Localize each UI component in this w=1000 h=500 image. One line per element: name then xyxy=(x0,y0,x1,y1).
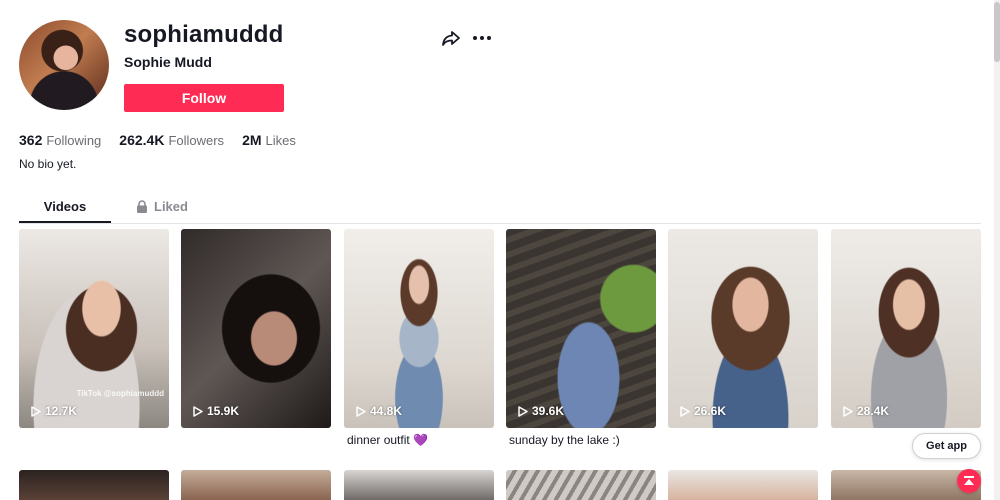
video-view-count: 44.8K xyxy=(370,404,403,418)
tiktok-watermark: TikTok @sophiamuddd xyxy=(76,389,164,398)
followers-stat[interactable]: 262.4K Followers xyxy=(119,132,224,148)
following-count: 362 xyxy=(19,132,43,148)
video-view-count: 12.7K xyxy=(45,404,78,418)
video-view-count: 28.4K xyxy=(857,404,890,418)
video-caption: dinner outfit 💜 xyxy=(347,433,428,447)
get-app-button[interactable]: Get app xyxy=(912,433,981,459)
follow-button[interactable]: Follow xyxy=(124,84,284,112)
lock-icon xyxy=(137,200,147,213)
video-card[interactable] xyxy=(19,470,169,500)
share-icon[interactable] xyxy=(441,28,461,48)
scroll-to-top-button[interactable] xyxy=(957,469,981,493)
video-views: 39.6K xyxy=(518,404,564,418)
video-card[interactable]: 44.8K xyxy=(344,229,494,428)
more-icon[interactable] xyxy=(472,28,492,48)
video-card[interactable]: 15.9K xyxy=(181,229,331,428)
profile-bio: No bio yet. xyxy=(19,157,77,171)
likes-stat: 2M Likes xyxy=(242,132,296,148)
following-label: Following xyxy=(46,133,102,148)
play-icon xyxy=(843,405,853,417)
tab-liked-label: Liked xyxy=(154,199,188,214)
profile-tabs: Videos Liked xyxy=(19,196,981,224)
following-stat[interactable]: 362 Following xyxy=(19,132,101,148)
video-view-count: 26.6K xyxy=(694,404,727,418)
video-card[interactable] xyxy=(181,470,331,500)
video-card[interactable] xyxy=(668,470,818,500)
profile-username: sophiamuddd xyxy=(124,21,284,48)
followers-label: Followers xyxy=(168,133,225,148)
play-icon xyxy=(193,405,203,417)
video-views: 44.8K xyxy=(356,404,402,418)
likes-label: Likes xyxy=(265,133,296,148)
video-views: 12.7K xyxy=(31,404,77,418)
page-scrollbar[interactable] xyxy=(994,0,1000,500)
video-card[interactable]: 26.6K xyxy=(668,229,818,428)
play-icon xyxy=(356,405,366,417)
video-caption: sunday by the lake :) xyxy=(509,433,620,447)
profile-avatar[interactable] xyxy=(19,20,109,110)
play-icon xyxy=(31,405,41,417)
video-card[interactable]: TikTok @sophiamuddd 12.7K xyxy=(19,229,169,428)
video-views: 15.9K xyxy=(193,404,239,418)
tab-liked[interactable]: Liked xyxy=(136,196,188,221)
likes-count: 2M xyxy=(242,132,262,148)
tab-videos[interactable]: Videos xyxy=(19,196,111,223)
video-card[interactable]: 28.4K xyxy=(831,229,981,428)
arrow-up-icon xyxy=(964,476,974,485)
scrollbar-thumb[interactable] xyxy=(994,2,1000,62)
play-icon xyxy=(518,405,528,417)
profile-stats: 362 Following 262.4K Followers 2M Likes xyxy=(19,132,296,148)
video-views: 26.6K xyxy=(680,404,726,418)
video-card[interactable]: 39.6K xyxy=(506,229,656,428)
followers-count: 262.4K xyxy=(119,132,165,148)
video-card[interactable] xyxy=(506,470,656,500)
profile-nickname: Sophie Mudd xyxy=(124,54,212,70)
play-icon xyxy=(680,405,690,417)
video-view-count: 15.9K xyxy=(207,404,240,418)
video-views: 28.4K xyxy=(843,404,889,418)
video-card[interactable] xyxy=(344,470,494,500)
video-view-count: 39.6K xyxy=(532,404,565,418)
